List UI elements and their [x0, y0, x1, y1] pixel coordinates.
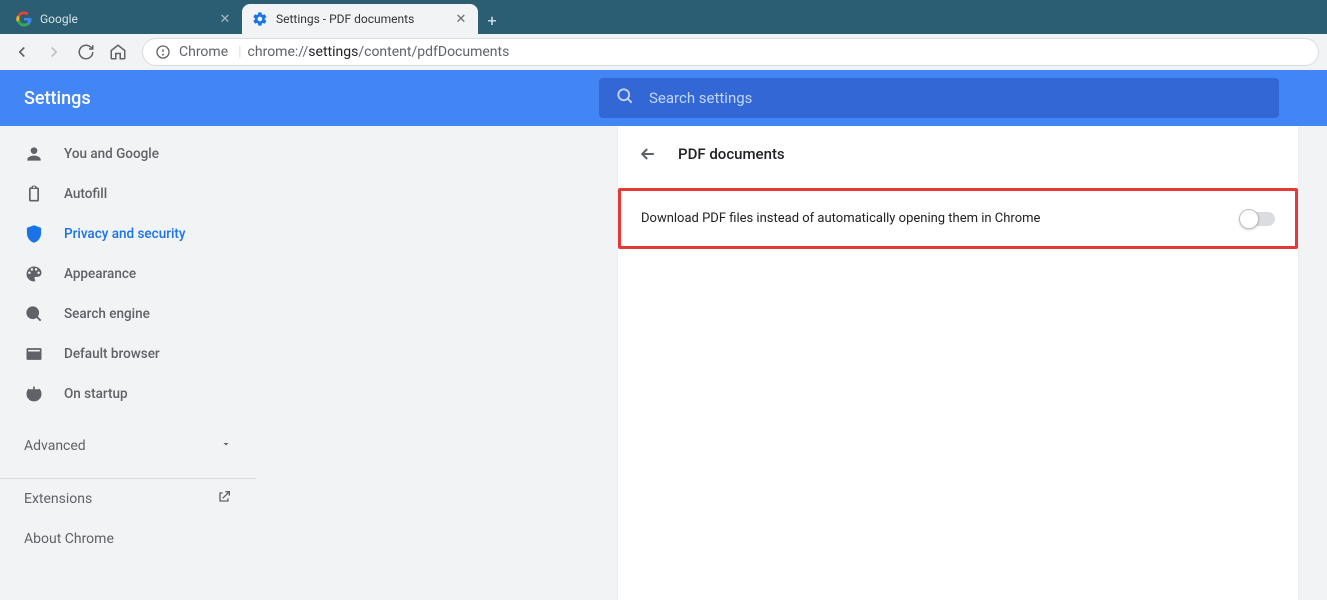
back-arrow-button[interactable] — [638, 144, 658, 164]
sidebar-item-default-browser[interactable]: Default browser — [0, 334, 256, 374]
sidebar-item-extensions[interactable]: Extensions — [0, 479, 256, 519]
sidebar: You and Google Autofill Privacy and secu… — [0, 126, 256, 600]
settings-body: You and Google Autofill Privacy and secu… — [0, 126, 1327, 600]
power-icon — [24, 384, 44, 404]
sidebar-item-startup[interactable]: On startup — [0, 374, 256, 414]
pdf-download-setting: Download PDF files instead of automatica… — [618, 188, 1298, 249]
sidebar-item-about[interactable]: About Chrome — [0, 519, 256, 559]
browser-tabstrip: Google ✕ Settings - PDF documents ✕ + — [0, 0, 1327, 34]
gear-icon — [252, 11, 268, 27]
setting-label: Download PDF files instead of automatica… — [641, 211, 1040, 226]
extensions-label: Extensions — [24, 491, 92, 507]
close-icon[interactable]: ✕ — [218, 12, 232, 26]
sidebar-item-appearance[interactable]: Appearance — [0, 254, 256, 294]
settings-header: Settings — [0, 70, 1327, 126]
person-icon — [24, 144, 44, 164]
sidebar-item-label: Autofill — [64, 186, 107, 202]
shield-icon — [24, 224, 44, 244]
page-title: Settings — [24, 88, 91, 109]
sidebar-item-label: Default browser — [64, 346, 160, 362]
sidebar-item-label: Privacy and security — [64, 226, 186, 242]
pdf-download-toggle[interactable] — [1241, 212, 1275, 226]
reload-button[interactable] — [72, 38, 100, 66]
sidebar-item-label: Appearance — [64, 266, 136, 282]
panel-header: PDF documents — [618, 126, 1298, 182]
about-label: About Chrome — [24, 531, 114, 547]
sidebar-item-privacy[interactable]: Privacy and security — [0, 214, 256, 254]
address-bar[interactable]: Chrome | chrome://settings/content/pdfDo… — [142, 38, 1319, 66]
external-link-icon — [216, 489, 232, 509]
browser-toolbar: Chrome | chrome://settings/content/pdfDo… — [0, 34, 1327, 70]
url-origin: Chrome — [179, 44, 228, 60]
chevron-down-icon — [220, 438, 232, 454]
advanced-label: Advanced — [24, 438, 86, 454]
search-icon — [615, 86, 635, 110]
browser-icon — [24, 344, 44, 364]
clipboard-icon — [24, 184, 44, 204]
close-icon[interactable]: ✕ — [454, 12, 468, 26]
tab-google[interactable]: Google ✕ — [6, 4, 242, 34]
search-icon — [24, 304, 44, 324]
google-favicon — [16, 11, 32, 27]
url-path: chrome://settings/content/pdfDocuments — [248, 44, 510, 60]
panel-title: PDF documents — [678, 145, 785, 163]
tab-title: Google — [40, 12, 210, 26]
back-button[interactable] — [8, 38, 36, 66]
forward-button[interactable] — [40, 38, 68, 66]
home-button[interactable] — [104, 38, 132, 66]
tab-title: Settings - PDF documents — [276, 12, 446, 26]
sidebar-item-autofill[interactable]: Autofill — [0, 174, 256, 214]
tab-settings[interactable]: Settings - PDF documents ✕ — [242, 4, 478, 34]
sidebar-item-search[interactable]: Search engine — [0, 294, 256, 334]
sidebar-advanced[interactable]: Advanced — [0, 426, 256, 466]
sidebar-item-label: Search engine — [64, 306, 150, 322]
new-tab-button[interactable]: + — [478, 6, 506, 34]
palette-icon — [24, 264, 44, 284]
sidebar-item-you-and-google[interactable]: You and Google — [0, 134, 256, 174]
site-info-icon[interactable] — [155, 44, 171, 60]
sidebar-item-label: On startup — [64, 386, 128, 402]
search-container — [599, 78, 1279, 118]
search-input[interactable] — [649, 89, 1263, 107]
sidebar-item-label: You and Google — [64, 146, 159, 162]
main-content: PDF documents Download PDF files instead… — [256, 126, 1327, 600]
settings-panel: PDF documents Download PDF files instead… — [618, 126, 1298, 600]
